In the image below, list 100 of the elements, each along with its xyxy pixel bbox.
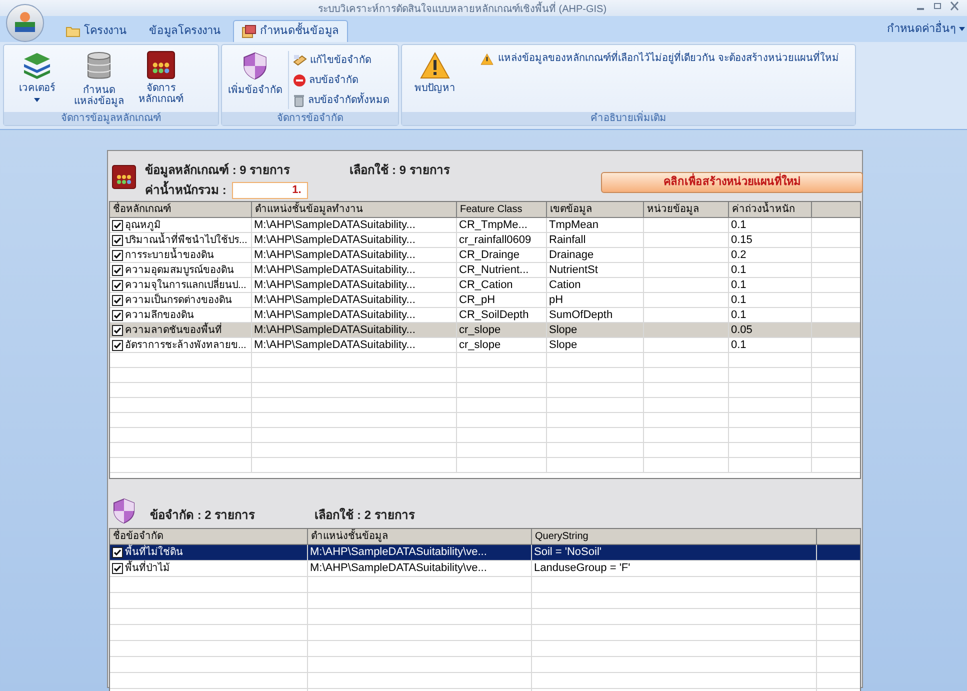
options-menu[interactable]: กำหนดค่าอื่นๆ [887,21,956,38]
window-title: ระบบวิเคราะห์การตัดสินใจแบบหลายหลักเกณฑ์เชิงพื้นที่ (AHP-GIS) [318,2,607,17]
column-header[interactable]: เขตข้อมูล [547,202,644,217]
table-cell-text: ความอุดมสมบูรณ์ของดิน [125,263,234,278]
column-header[interactable]: ชื่อหลักเกณฑ์ [110,202,252,217]
shield-icon [112,498,136,524]
table-cell-text: SumOfDepth [549,308,613,323]
checkbox[interactable] [112,310,123,320]
warning-icon [480,52,494,64]
table-row[interactable]: ความจุในการแลกเปลี่ยนป... M:\AHP\SampleDATASuitability... CR_Cation Cation 0.1 [110,278,860,293]
table-row[interactable]: ความลาดชันของพื้นที่ M:\AHP\SampleDATASuitability... cr_slope Slope 0.05 [110,323,860,338]
table-cell-text: M:\AHP\SampleDATASuitability... [254,322,416,338]
table-row[interactable]: การระบายน้ำของดิน M:\AHP\SampleDATASuitability... CR_Drainge Drainage 0.2 [110,248,860,263]
table-row[interactable]: ความเป็นกรดต่างของดิน M:\AHP\SampleDATASuitability... CR_pH pH 0.1 [110,293,860,308]
table-cell-text: M:\AHP\SampleDATASuitability\ve... [310,545,487,560]
checkbox[interactable] [112,280,123,290]
table-cell-text: อัตราการชะล้างพังทลายข... [125,338,246,352]
checkbox[interactable] [112,234,123,246]
total-weight-field[interactable]: 1. [232,182,308,198]
table-cell-text: CR_TmpMe... [459,218,528,233]
create-map-unit-button[interactable]: คลิกเพื่อสร้างหน่วยแผนที่ใหม่ [601,172,863,193]
table-row[interactable]: พื้นที่ไม่ใช่ดิน M:\AHP\SampleDATASuitability\ve... Soil = 'NoSoil' [110,545,860,561]
table-cell-text: Slope [549,322,578,338]
ribbon-button[interactable]: เวคเตอร์ [8,51,66,102]
ribbon-button[interactable]: จัดการ หลักเกณฑ์ [132,51,190,105]
table-cell: ความลาดชันของพื้นที่ [125,322,222,338]
close-icon[interactable] [950,1,959,11]
trash-icon [293,94,305,106]
table-cell-text: ความลึกของดิน [125,308,194,322]
table-cell-text: 0.1 [731,218,746,233]
layers-icon [22,51,52,79]
ribbon-button[interactable]: เพิ่มข้อจำกัด [226,51,284,96]
table-cell-text: Rainfall [549,232,586,248]
table-cell-text: M:\AHP\SampleDATASuitability\ve... [310,561,487,576]
table-row[interactable]: อัตราการชะล้างพังทลายข... M:\AHP\SampleDATASuitability... cr_slope Slope 0.1 [110,338,860,353]
caret-icon [959,27,965,31]
table-cell-text: 0.05 [731,322,752,338]
ribbon-button[interactable]: ลบข้อจำกัด [293,71,389,89]
constraint-count: ข้อจำกัด : 2 รายการ [150,507,255,524]
table-row[interactable]: พื้นที่ป่าไม้ M:\AHP\SampleDATASuitability\ve... LanduseGroup = 'F' [110,561,860,577]
checkbox[interactable] [112,250,123,260]
warning-icon [420,51,450,79]
ribbon-button[interactable]: แก้ไขข้อจำกัด [293,51,389,69]
table-row[interactable]: ความอุดมสมบูรณ์ของดิน M:\AHP\SampleDATASuitability... CR_Nutrient... NutrientSt 0.1 [110,263,860,278]
total-weight-label: ค่าน้ำหนักรวม : [145,181,226,199]
checkbox[interactable] [112,324,123,336]
table-cell-text: Soil = 'NoSoil' [534,545,602,560]
checkbox[interactable] [112,547,123,558]
column-header[interactable]: QueryString [532,529,817,544]
checkbox[interactable] [112,340,123,350]
checkbox[interactable] [112,294,123,306]
table-cell-text: M:\AHP\SampleDATASuitability... [254,218,416,233]
app-logo-icon[interactable] [6,4,44,42]
table-cell-text: Cation [549,278,581,293]
table-cell-text: 0.1 [731,278,746,293]
layers-icon [242,25,256,38]
column-header[interactable]: ชื่อข้อจำกัด [110,529,308,544]
table-cell-text: CR_pH [459,292,496,308]
table-cell-text: M:\AHP\SampleDATASuitability... [254,292,416,308]
caret-icon [34,98,40,102]
restore-icon[interactable] [933,1,942,11]
table-cell: ปริมาณน้ำที่พืชนำไปใช้ปร... [125,232,248,248]
checkbox[interactable] [112,563,123,574]
table-cell: การระบายน้ำของดิน [125,248,214,262]
table-cell: ความจุในการแลกเปลี่ยนป... [125,278,246,292]
table-cell-text: CR_SoilDepth [459,308,529,323]
table-cell-text: TmpMean [549,218,599,233]
table-cell-text: cr_slope [459,322,501,338]
table-cell-text: M:\AHP\SampleDATASuitability... [254,248,416,263]
grid-icon [147,51,175,79]
table-cell-text: LanduseGroup = 'F' [534,561,630,576]
tab[interactable]: โครงงาน [56,20,137,42]
folder-icon [66,26,80,36]
ribbon-button[interactable]: กำหนด แหล่งข้อมูล [70,51,128,107]
table-cell-text: M:\AHP\SampleDATASuitability... [254,262,416,278]
ribbon-button[interactable]: พบปัญหา [406,51,464,94]
table-cell-text: 0.1 [731,338,746,353]
table-row[interactable]: ปริมาณน้ำที่พืชนำไปใช้ปร... M:\AHP\SampleDATASuitability... cr_rainfall0609 Rainfall 0.15 [110,233,860,248]
column-header[interactable]: Feature Class [457,202,547,217]
table-cell-text: CR_Nutrient... [459,262,529,278]
minus-circle-icon [293,74,306,86]
tab[interactable]: กำหนดชั้นข้อมูล [233,20,348,42]
selected-count: เลือกใช้ : 2 รายการ [314,506,414,524]
checkbox[interactable] [112,220,123,230]
table-cell-text: 0.1 [731,262,746,278]
selected-count: เลือกใช้ : 9 รายการ [350,162,450,179]
table-row[interactable]: อุณหภูมิ M:\AHP\SampleDATASuitability... CR_TmpMe... TmpMean 0.1 [110,218,860,233]
table-cell-text: 0.1 [731,292,746,308]
tab[interactable]: ข้อมูลโครงงาน [139,20,231,42]
group-caption: จัดการข้อมูลหลักเกณฑ์ [4,112,218,125]
ribbon-button[interactable]: ลบข้อจำกัดทั้งหมด [293,91,389,109]
table-cell-text: 0.2 [731,248,746,263]
criteria-count: ข้อมูลหลักเกณฑ์ : 9 รายการ [145,162,290,179]
checkbox[interactable] [112,264,123,276]
table-cell-text: Slope [549,338,578,353]
table-cell-text: อุณหภูมิ [125,218,161,231]
column-header[interactable]: หน่วยข้อมูล [644,202,729,217]
database-icon [86,51,112,81]
table-cell-text: 0.1 [731,308,746,323]
table-cell-text: 0.15 [731,232,752,248]
